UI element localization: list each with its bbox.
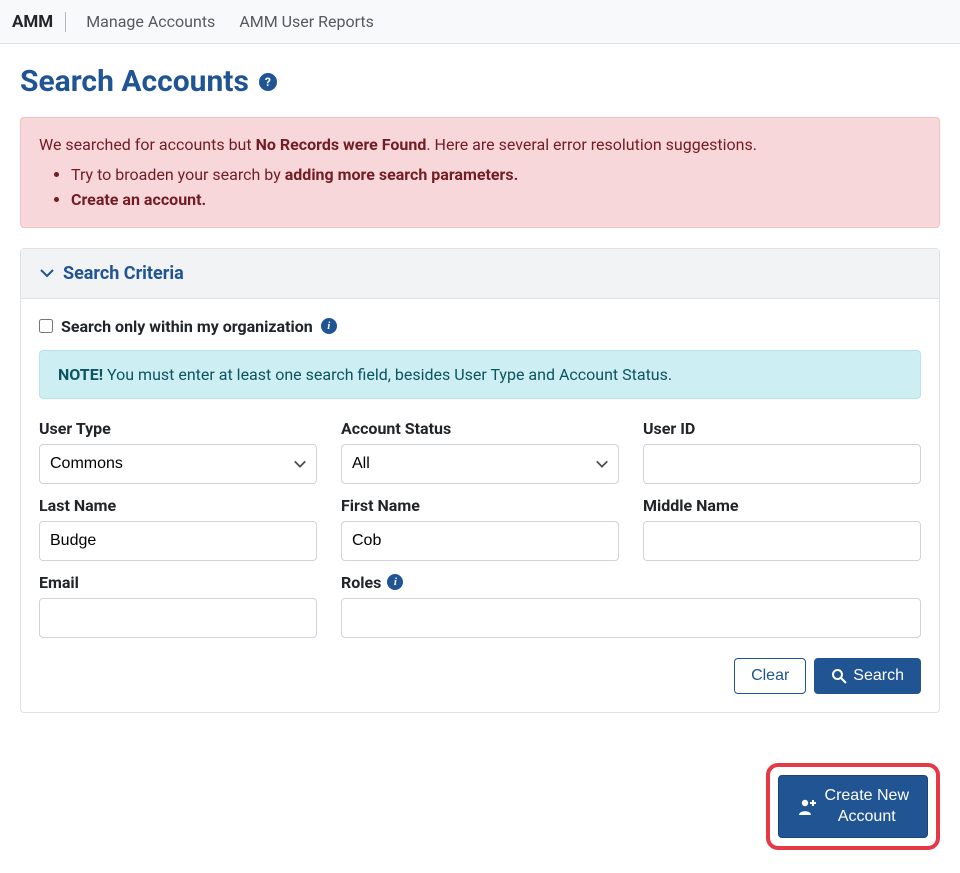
brand[interactable]: AMM [12,12,66,32]
alert-bold: adding more search parameters. [285,165,519,184]
field-account-status: Account Status All [341,419,619,484]
form-actions: Clear Search [39,658,921,694]
search-icon [831,668,847,684]
label-account-status: Account Status [341,419,619,438]
nav-link-amm-user-reports[interactable]: AMM User Reports [229,8,384,35]
field-user-type: User Type Commons [39,419,317,484]
field-user-id: User ID [643,419,921,484]
alert-line: We searched for accounts but No Records … [39,132,921,158]
create-new-account-button[interactable]: Create New Account [778,775,928,839]
page-title: Search Accounts [20,64,249,99]
alert-text: . Here are several error resolution sugg… [426,135,757,154]
clear-button[interactable]: Clear [734,658,806,694]
nav-link-manage-accounts[interactable]: Manage Accounts [76,8,225,35]
alert-text: Try to broaden your search by [71,165,285,184]
account-status-select[interactable]: All [341,444,619,484]
search-criteria-toggle[interactable]: Search Criteria [21,249,939,299]
label-email: Email [39,573,317,592]
search-within-org-label: Search only within my organization [61,317,313,336]
search-criteria-panel: Search Criteria Search only within my or… [20,248,940,713]
user-plus-icon [797,798,817,816]
org-checkbox-row: Search only within my organization i [39,317,921,336]
label-middle-name: Middle Name [643,496,921,515]
alert-no-records: We searched for accounts but No Records … [20,117,940,228]
note-alert: NOTE! You must enter at least one search… [39,350,921,399]
alert-bold: No Records were Found [256,135,427,154]
form-grid: User Type Commons Account Status [39,419,921,638]
email-input[interactable] [39,598,317,638]
last-name-input[interactable] [39,521,317,561]
panel-title: Search Criteria [63,263,184,284]
field-email: Email [39,573,317,638]
highlight-ring: Create New Account [766,763,940,851]
alert-bold: Create an account. [71,190,206,209]
search-button[interactable]: Search [814,658,921,694]
label-roles: Roles [341,573,381,592]
create-new-account-label: Create New Account [825,786,909,828]
clear-button-label: Clear [751,667,789,685]
label-user-type: User Type [39,419,317,438]
field-last-name: Last Name [39,496,317,561]
user-type-select[interactable]: Commons [39,444,317,484]
label-user-id: User ID [643,419,921,438]
field-roles: Roles i [341,573,921,638]
info-icon[interactable]: i [321,318,337,334]
chevron-down-icon [39,265,55,281]
note-strong: NOTE! [58,365,103,384]
user-id-input[interactable] [643,444,921,484]
search-within-org-checkbox[interactable] [39,319,53,333]
page-title-row: Search Accounts ? [20,64,940,99]
label-last-name: Last Name [39,496,317,515]
label-first-name: First Name [341,496,619,515]
middle-name-input[interactable] [643,521,921,561]
alert-suggestion: Try to broaden your search by adding mor… [71,162,921,188]
field-first-name: First Name [341,496,619,561]
alert-text: We searched for accounts but [39,135,256,154]
search-button-label: Search [853,667,904,685]
first-name-input[interactable] [341,521,619,561]
floating-actions: Create New Account [0,763,960,861]
info-icon[interactable]: i [387,574,403,590]
roles-input[interactable] [341,598,921,638]
top-nav: AMM Manage Accounts AMM User Reports [0,0,960,44]
note-text: You must enter at least one search field… [103,365,672,384]
field-middle-name: Middle Name [643,496,921,561]
alert-suggestion: Create an account. [71,187,921,213]
help-icon[interactable]: ? [259,73,277,91]
